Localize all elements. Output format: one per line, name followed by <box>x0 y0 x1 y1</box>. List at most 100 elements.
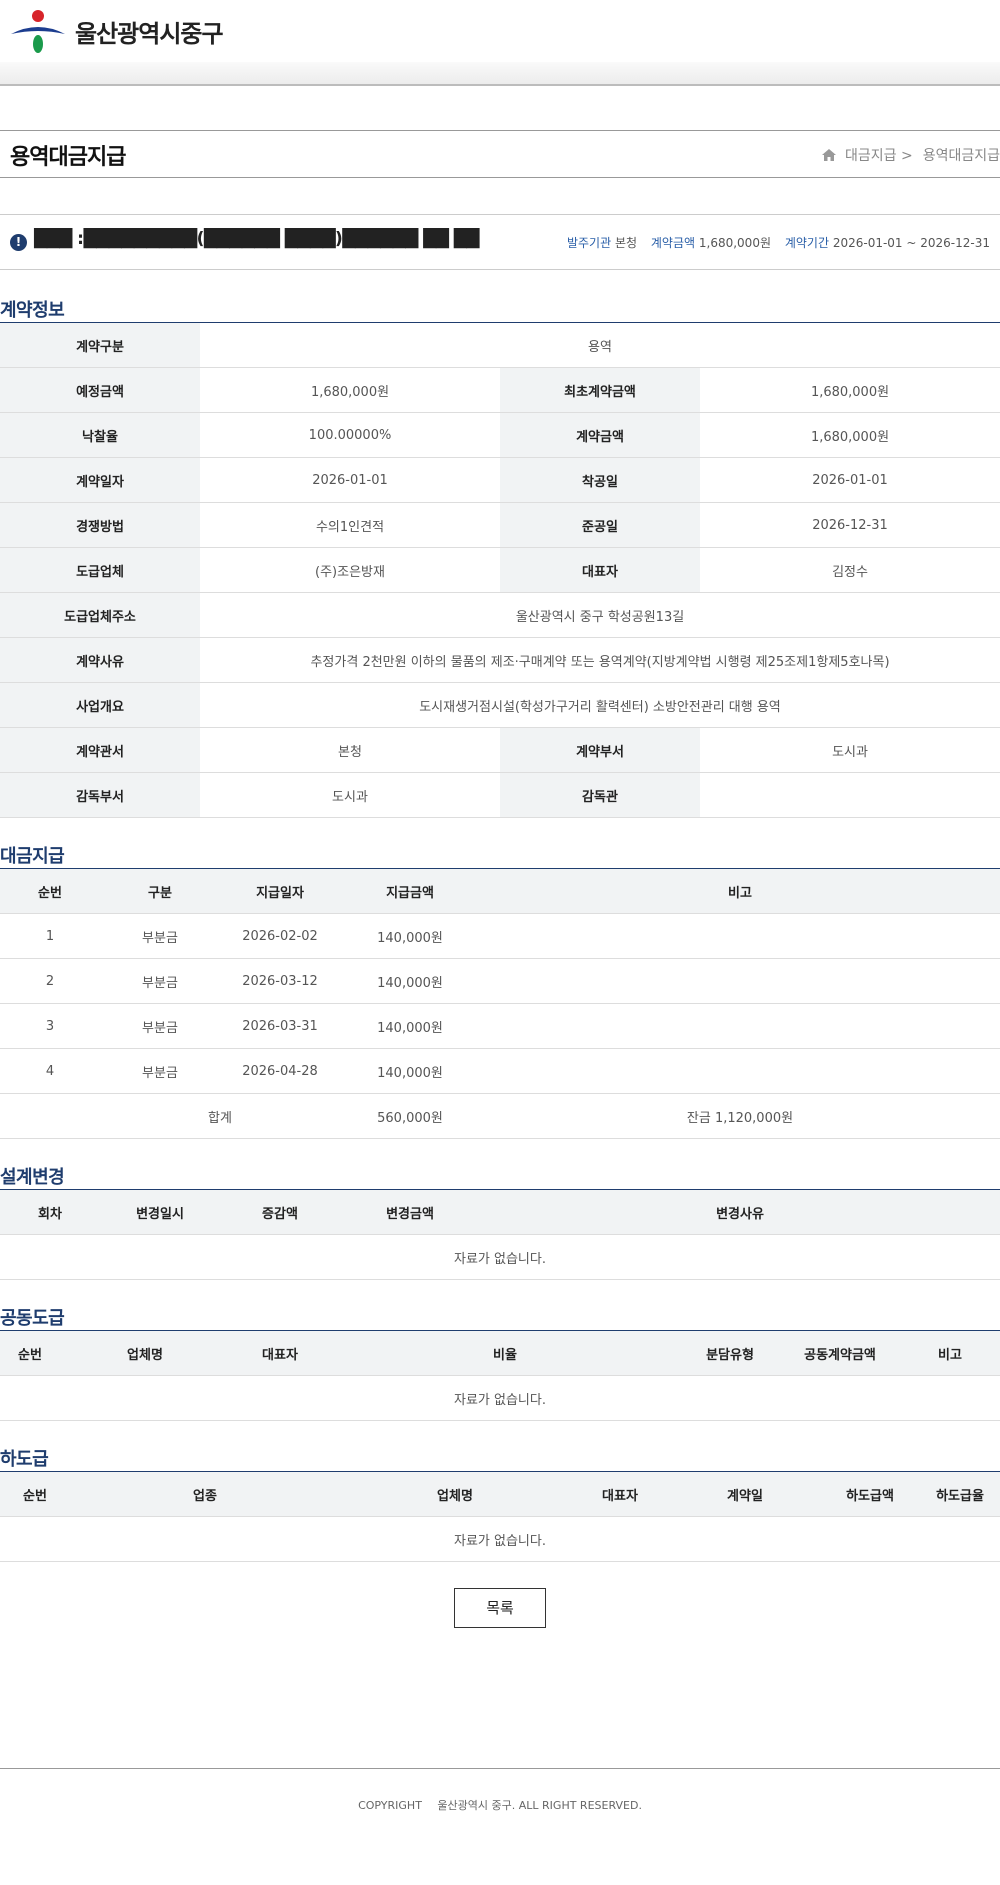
row-value: 수의1인견적 <box>200 502 500 548</box>
table-row: 자료가 없습니다. <box>0 1375 1000 1421</box>
row-label: 도급업체주소 <box>0 592 200 638</box>
column-header: 순번 <box>0 1471 70 1517</box>
navigation-band <box>0 62 1000 86</box>
cell: 부분금 <box>100 1003 220 1049</box>
site-header: 울산광역시중구 <box>0 0 1000 62</box>
table-row: 감독부서 도시과 감독관 <box>0 772 1000 818</box>
column-header: 하도급액 <box>820 1471 920 1517</box>
row-value: (주)조은방재 <box>200 547 500 593</box>
column-header: 하도급율 <box>920 1471 1000 1517</box>
row-label: 경쟁방법 <box>0 502 200 548</box>
table-row: 3 부분금 2026-03-31 140,000원 <box>0 1003 1000 1049</box>
column-header: 지급금액 <box>340 868 480 914</box>
column-header: 구분 <box>100 868 220 914</box>
table-header-row: 순번 업종 업체명 대표자 계약일 하도급액 하도급율 <box>0 1471 1000 1517</box>
table-header-row: 순번 구분 지급일자 지급금액 비고 <box>0 868 1000 914</box>
column-header: 비고 <box>480 868 1000 914</box>
row-label: 준공일 <box>500 502 700 548</box>
row-value: 1,680,000원 <box>700 412 1000 458</box>
cell: 2 <box>0 958 100 1004</box>
column-header: 업종 <box>70 1471 340 1517</box>
column-header: 비율 <box>330 1330 680 1376</box>
section-title-subcontract: 하도급 <box>0 1449 49 1470</box>
column-header: 비고 <box>900 1330 1000 1376</box>
meta-label-period: 계약기간 <box>784 236 829 250</box>
list-button[interactable]: 목록 <box>454 1588 546 1628</box>
row-value: 100.00000% <box>200 412 500 458</box>
site-logo[interactable]: 울산광역시중구 <box>9 8 224 54</box>
column-header: 업체명 <box>340 1471 570 1517</box>
table-row: 자료가 없습니다. <box>0 1234 1000 1280</box>
cell: 2026-03-12 <box>220 958 340 1004</box>
table-row: 낙찰율 100.00000% 계약금액 1,680,000원 <box>0 412 1000 458</box>
table-row: 계약관서 본청 계약부서 도시과 <box>0 727 1000 773</box>
cell <box>480 958 1000 1004</box>
section-title-payment: 대금지급 <box>0 846 65 867</box>
total-value: 560,000원 <box>340 1093 480 1139</box>
table-row: 계약구분 용역 <box>0 322 1000 368</box>
row-value: 2026-01-01 <box>700 457 1000 503</box>
subcontract-table: 순번 업종 업체명 대표자 계약일 하도급액 하도급율 자료가 없습니다. <box>0 1471 1000 1562</box>
table-row: 도급업체주소 울산광역시 중구 학성공원13길 <box>0 592 1000 638</box>
table-header-row: 순번 업체명 대표자 비율 분담유형 공동계약금액 비고 <box>0 1330 1000 1376</box>
row-value: 김정수 <box>700 547 1000 593</box>
copyright-org: 울산광역시 중구. ALL RIGHT RESERVED. <box>437 1799 642 1812</box>
empty-message: 자료가 없습니다. <box>0 1375 1000 1421</box>
row-label: 계약금액 <box>500 412 700 458</box>
meta-label-amount: 계약금액 <box>650 236 696 250</box>
home-icon[interactable] <box>821 147 837 163</box>
column-header: 대표자 <box>230 1330 330 1376</box>
breadcrumb: 대금지급 > 용역대금지급 <box>821 145 1000 165</box>
section-title-joint: 공동도급 <box>0 1308 65 1329</box>
row-value: 도시과 <box>700 727 1000 773</box>
cell: 부분금 <box>100 913 220 959</box>
table-row: 예정금액 1,680,000원 최초계약금액 1,680,000원 <box>0 367 1000 413</box>
section-title-contract-info: 계약정보 <box>0 300 65 321</box>
design-change-table: 회차 변경일시 증감액 변경금액 변경사유 자료가 없습니다. <box>0 1189 1000 1280</box>
joint-contract-table: 순번 업체명 대표자 비율 분담유형 공동계약금액 비고 자료가 없습니다. <box>0 1330 1000 1421</box>
row-label: 계약부서 <box>500 727 700 773</box>
column-header: 증감액 <box>220 1189 340 1235</box>
logo-text: 울산광역시중구 <box>75 19 224 48</box>
cell: 140,000원 <box>340 913 480 959</box>
table-row: 경쟁방법 수의1인견적 준공일 2026-12-31 <box>0 502 1000 548</box>
payment-table: 순번 구분 지급일자 지급금액 비고 1 부분금 2026-02-02 140,… <box>0 868 1000 1139</box>
row-label: 예정금액 <box>0 367 200 413</box>
cell <box>480 1048 1000 1094</box>
cell: 2026-04-28 <box>220 1048 340 1094</box>
cell: 3 <box>0 1003 100 1049</box>
row-value: 2026-01-01 <box>200 457 500 503</box>
meta-label-agency: 발주기관 <box>566 236 612 250</box>
breadcrumb-item-current: 용역대금지급 <box>922 148 1000 164</box>
row-value: 울산광역시 중구 학성공원13길 <box>200 592 1000 638</box>
cell: 부분금 <box>100 958 220 1004</box>
empty-message: 자료가 없습니다. <box>0 1234 1000 1280</box>
button-area: 목록 <box>0 1588 1000 1628</box>
column-header: 변경일시 <box>100 1189 220 1235</box>
row-label: 최초계약금액 <box>500 367 700 413</box>
page-title: 용역대금지급 <box>10 145 126 170</box>
cell: 2026-03-31 <box>220 1003 340 1049</box>
row-label: 계약일자 <box>0 457 200 503</box>
column-header: 변경사유 <box>480 1189 1000 1235</box>
cell <box>480 913 1000 959</box>
table-row: 2 부분금 2026-03-12 140,000원 <box>0 958 1000 1004</box>
title-bar: 용역대금지급 대금지급 > 용역대금지급 <box>0 130 1000 178</box>
logo-emblem-icon <box>11 10 65 53</box>
row-label: 낙찰율 <box>0 412 200 458</box>
row-value: 2026-12-31 <box>700 502 1000 548</box>
breadcrumb-item-payment[interactable]: 대금지급 > <box>845 145 913 165</box>
table-header-row: 회차 변경일시 증감액 변경금액 변경사유 <box>0 1189 1000 1235</box>
table-row: 도급업체 (주)조은방재 대표자 김정수 <box>0 547 1000 593</box>
cell: 부분금 <box>100 1048 220 1094</box>
total-label: 합계 <box>0 1093 340 1139</box>
table-row: 계약일자 2026-01-01 착공일 2026-01-01 <box>0 457 1000 503</box>
row-label: 계약사유 <box>0 637 200 683</box>
row-label: 감독관 <box>500 772 700 818</box>
contract-info-table: 계약구분 용역 예정금액 1,680,000원 최초계약금액 1,680,000… <box>0 322 1000 818</box>
contract-meta: 발주기관 본청 계약금액 1,680,000원 계약기간 2026-01-01 … <box>557 234 990 251</box>
meta-value-period: 2026-01-01 ~ 2026-12-31 <box>832 236 990 250</box>
cell: 140,000원 <box>340 1048 480 1094</box>
column-header: 업체명 <box>60 1330 230 1376</box>
meta-value-agency: 본청 <box>614 236 638 250</box>
